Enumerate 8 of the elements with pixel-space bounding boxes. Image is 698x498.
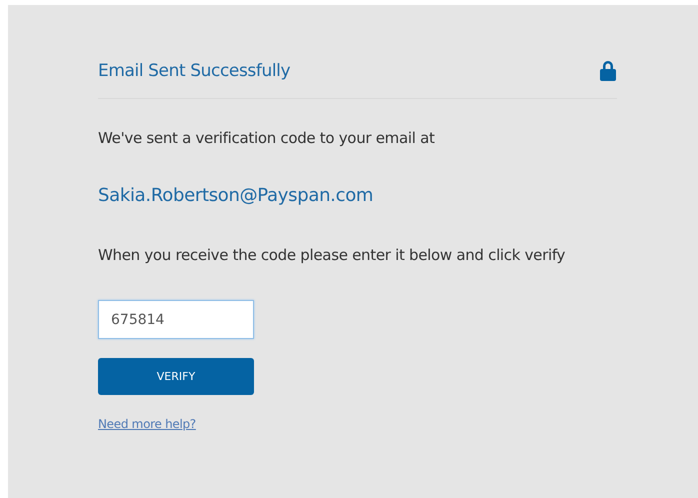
dialog-title: Email Sent Successfully (98, 61, 290, 81)
code-input-field[interactable]: 675814 (98, 300, 254, 339)
message-text: We've sent a verification code to your email at (98, 129, 436, 147)
verify-button[interactable]: VERIFY (98, 358, 254, 395)
help-link[interactable]: Need more help? (98, 417, 196, 431)
lock-icon (599, 60, 617, 82)
email-address: Sakia.Robertson@Payspan.com (98, 185, 374, 206)
instruction-text: When you receive the code please enter it below and click verify (98, 246, 566, 264)
